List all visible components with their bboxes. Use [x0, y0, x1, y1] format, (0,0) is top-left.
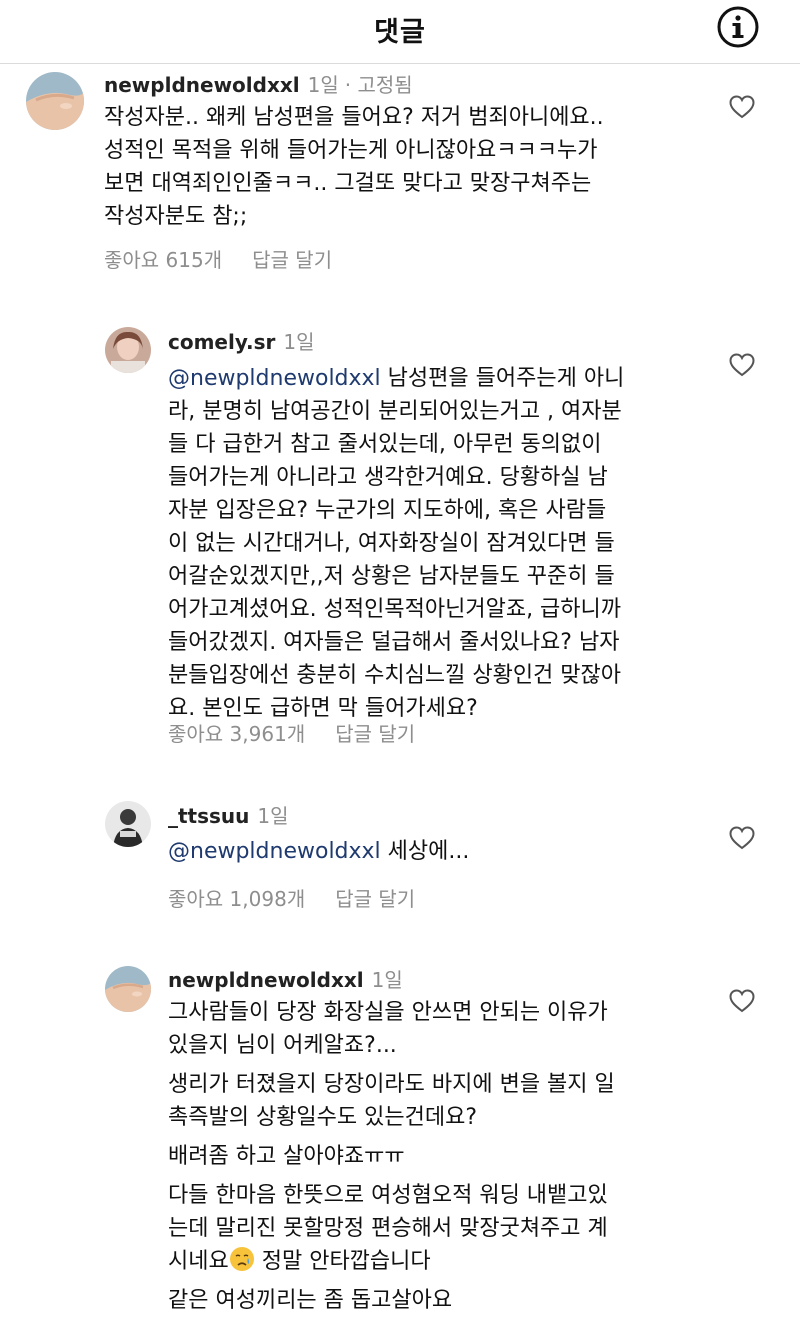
reply-button[interactable]: 답글 달기: [335, 887, 415, 911]
hand-avatar[interactable]: [26, 72, 84, 130]
comment-text: @newpldnewoldxxl 세상에...: [168, 835, 728, 874]
like-count[interactable]: 좋아요 1,098개: [168, 887, 305, 911]
like-heart-icon[interactable]: [729, 826, 755, 850]
username[interactable]: newpldnewoldxxl: [104, 73, 300, 97]
info-circle-icon[interactable]: [716, 5, 760, 49]
comment-paragraph: 작성자분.. 왜케 남성편을 들어요? 저거 범죄아니에요.. 성적인 목적을 …: [104, 105, 604, 229]
like-heart-icon[interactable]: [729, 95, 755, 119]
crying-face-emoji: [229, 1247, 254, 1271]
comment-paragraph: @newpldnewoldxxl 세상에...: [168, 835, 728, 868]
comment-paragraph-text: 세상에...: [380, 839, 470, 864]
like-count[interactable]: 좋아요 3,961개: [168, 722, 305, 746]
comment-actions: 좋아요 1,098개 답글 달기: [168, 883, 415, 912]
like-count[interactable]: 좋아요 615개: [104, 248, 222, 272]
reply-button[interactable]: 답글 달기: [252, 248, 332, 272]
header-divider: [0, 63, 800, 64]
comment-paragraph-text: 남성편을 들어주는게 아니 라, 분명히 남여공간이 분리되어있는거고 , 여자…: [168, 366, 625, 721]
mention-link[interactable]: @newpldnewoldxxl: [168, 366, 381, 391]
comment-actions: 좋아요 615개 답글 달기: [104, 244, 332, 273]
comment-paragraph: 생리가 터졌을지 당장이라도 바지에 변을 볼지 일 촉즉발의 상황일수도 있는…: [168, 1072, 615, 1130]
hand-avatar[interactable]: [105, 966, 151, 1012]
mention-link[interactable]: @newpldnewoldxxl: [168, 839, 381, 864]
comment-paragraph: 배려좀 하고 살아야죠ㅠㅠ: [168, 1144, 405, 1169]
username[interactable]: _ttssuu: [168, 804, 249, 828]
page-title: 댓글: [374, 17, 426, 48]
username[interactable]: comely.sr: [168, 330, 275, 354]
comment-text: @newpldnewoldxxl 남성편을 들어주는게 아니 라, 분명히 남여…: [168, 362, 728, 731]
person-photo-avatar[interactable]: [105, 801, 151, 847]
comment-text: 작성자분.. 왜케 남성편을 들어요? 저거 범죄아니에요.. 성적인 목적을 …: [104, 101, 724, 239]
comment-paragraph: 같은 여성끼리는 좀 돕고살아요: [168, 1288, 453, 1313]
comment-time: 1일: [307, 73, 339, 97]
comment-paragraph: @newpldnewoldxxl 남성편을 들어주는게 아니 라, 분명히 남여…: [168, 362, 728, 725]
like-heart-icon[interactable]: [729, 989, 755, 1013]
comment-header: _ttssuu 1일: [168, 800, 289, 829]
comment-paragraph: 그사람들이 당장 화장실을 안쓰면 안되는 이유가 있을지 님이 어케알죠?..…: [168, 1000, 608, 1058]
header-bar: 댓글: [0, 0, 800, 62]
comment-text: 그사람들이 당장 화장실을 안쓰면 안되는 이유가 있을지 님이 어케알죠?..…: [168, 996, 728, 1323]
comment-time: 1일: [283, 330, 315, 354]
comment-header: newpldnewoldxxl 1일 · 고정됨: [104, 69, 413, 98]
username[interactable]: newpldnewoldxxl: [168, 968, 364, 992]
like-heart-icon[interactable]: [729, 353, 755, 377]
comment-paragraph-text: 정말 안타깝습니다: [254, 1249, 431, 1274]
comment-time: 1일: [371, 968, 403, 992]
profile-photo-avatar[interactable]: [105, 327, 151, 373]
comment-header: newpldnewoldxxl 1일: [168, 964, 403, 993]
comment-paragraph: 다들 한마음 한뜻으로 여성혐오적 워딩 내뱉고있 는데 말리진 못할망정 편승…: [168, 1179, 728, 1278]
reply-button[interactable]: 답글 달기: [335, 722, 415, 746]
comment-actions: 좋아요 3,961개 답글 달기: [168, 718, 415, 747]
pinned-label: · 고정됨: [344, 73, 413, 97]
comment-header: comely.sr 1일: [168, 326, 315, 355]
comment-time: 1일: [257, 804, 289, 828]
